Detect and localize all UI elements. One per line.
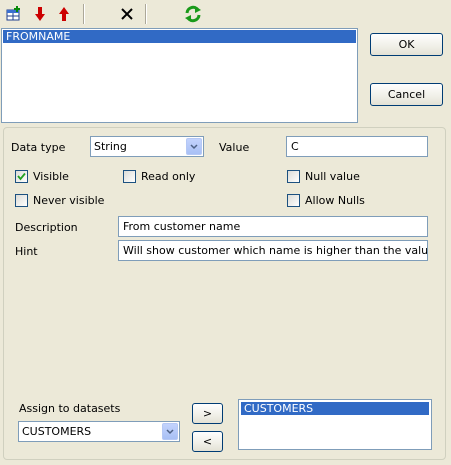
value-input[interactable]: C xyxy=(286,136,428,157)
null-value-checkbox-row[interactable]: Null value xyxy=(287,170,360,183)
description-label: Description xyxy=(15,221,78,234)
toolbar-separator xyxy=(145,4,147,24)
never-visible-checkbox-row[interactable]: Never visible xyxy=(15,194,104,207)
value-label: Value xyxy=(219,141,250,154)
toolbar-separator xyxy=(83,4,85,24)
list-item-label: FROMNAME xyxy=(6,30,71,43)
move-up-icon[interactable] xyxy=(54,4,74,24)
move-down-icon[interactable] xyxy=(30,4,50,24)
list-item[interactable]: FROMNAME xyxy=(3,30,356,43)
assign-datasets-label: Assign to datasets xyxy=(19,402,121,415)
visible-label: Visible xyxy=(33,170,69,183)
read-only-label: Read only xyxy=(141,170,196,183)
never-visible-checkbox[interactable] xyxy=(15,194,28,207)
read-only-checkbox-row[interactable]: Read only xyxy=(123,170,195,183)
chevron-down-icon[interactable] xyxy=(162,423,178,440)
list-item-label: CUSTOMERS xyxy=(244,402,314,415)
remove-dataset-button[interactable]: < xyxy=(192,431,223,452)
description-input[interactable]: From customer name xyxy=(118,216,428,237)
delete-icon[interactable] xyxy=(117,4,137,24)
parameter-list[interactable]: FROMNAME xyxy=(1,28,358,123)
visible-checkbox[interactable] xyxy=(15,170,28,183)
refresh-icon[interactable] xyxy=(183,4,203,24)
list-item[interactable]: CUSTOMERS xyxy=(241,402,429,415)
ok-button[interactable]: OK xyxy=(370,33,443,56)
hint-input[interactable]: Will show customer which name is higher … xyxy=(118,240,428,261)
data-type-select[interactable]: String xyxy=(90,136,204,157)
allow-nulls-label: Allow Nulls xyxy=(305,194,365,207)
null-value-label: Null value xyxy=(305,170,360,183)
hint-label: Hint xyxy=(15,245,38,258)
cancel-button[interactable]: Cancel xyxy=(370,83,443,106)
never-visible-label: Never visible xyxy=(33,194,105,207)
dataset-select[interactable]: CUSTOMERS xyxy=(18,421,180,442)
chevron-down-icon[interactable] xyxy=(186,138,202,155)
dataset-select-value: CUSTOMERS xyxy=(22,425,92,438)
data-type-label: Data type xyxy=(11,141,66,154)
add-dataset-button[interactable]: > xyxy=(192,403,223,424)
allow-nulls-checkbox[interactable] xyxy=(287,194,300,207)
visible-checkbox-row[interactable]: Visible xyxy=(15,170,69,183)
data-type-value: String xyxy=(94,140,127,153)
add-field-icon[interactable] xyxy=(4,4,24,24)
read-only-checkbox[interactable] xyxy=(123,170,136,183)
null-value-checkbox[interactable] xyxy=(287,170,300,183)
assigned-datasets-list[interactable]: CUSTOMERS xyxy=(238,399,432,450)
allow-nulls-checkbox-row[interactable]: Allow Nulls xyxy=(287,194,365,207)
toolbar xyxy=(0,0,451,28)
